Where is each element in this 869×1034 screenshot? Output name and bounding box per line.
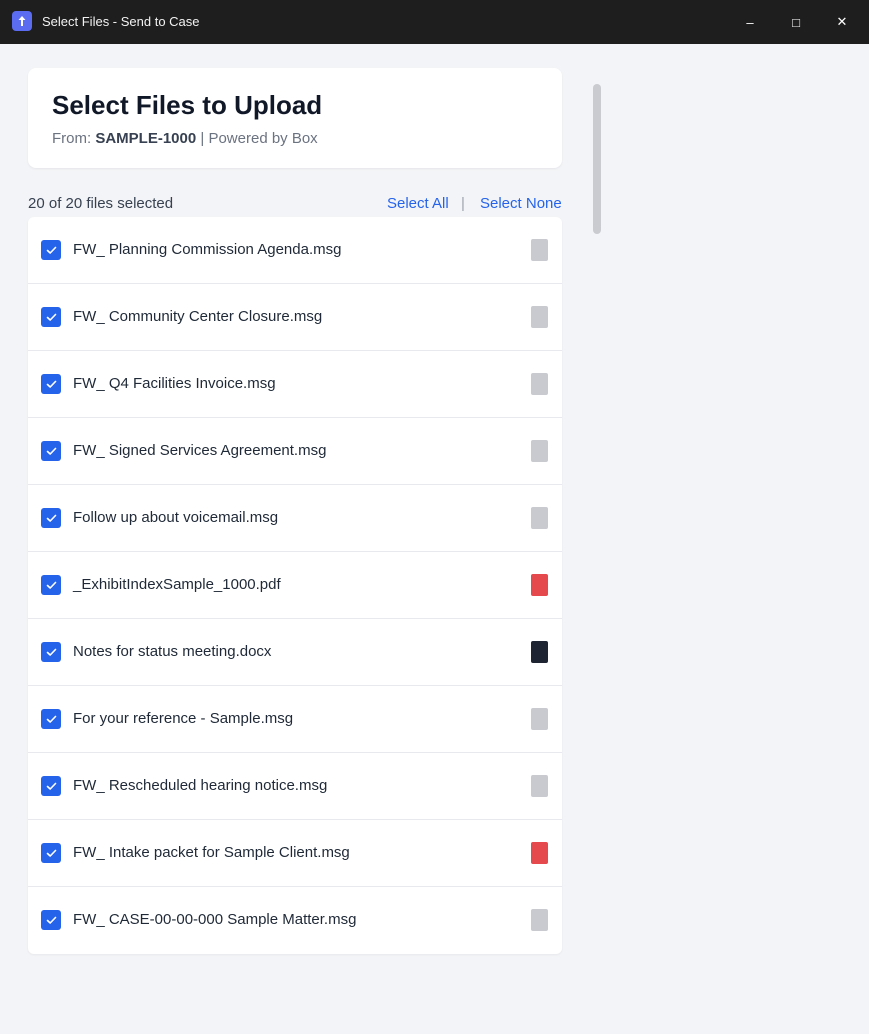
file-checkbox[interactable] <box>41 910 61 930</box>
file-row[interactable]: FW_ Signed Services Agreement.msg <box>28 418 562 485</box>
file-type-icon <box>531 373 548 395</box>
file-checkbox[interactable] <box>41 508 61 528</box>
maximize-button[interactable]: □ <box>773 0 819 44</box>
file-row[interactable]: Follow up about voicemail.msg <box>28 485 562 552</box>
file-type-icon <box>531 507 548 529</box>
file-name: FW_ Planning Commission Agenda.msg <box>73 241 342 258</box>
file-row[interactable]: Notes for status meeting.docx <box>28 619 562 686</box>
checkmark-icon <box>46 514 56 522</box>
file-row[interactable]: FW_ Rescheduled hearing notice.msg <box>28 753 562 820</box>
file-type-icon <box>531 909 548 931</box>
checkmark-icon <box>46 246 56 254</box>
link-separator: | <box>461 195 465 212</box>
file-checkbox[interactable] <box>41 441 61 461</box>
file-name: FW_ Q4 Facilities Invoice.msg <box>73 375 276 392</box>
file-type-icon <box>531 239 548 261</box>
file-row[interactable]: FW_ Q4 Facilities Invoice.msg <box>28 351 562 418</box>
file-checkbox[interactable] <box>41 240 61 260</box>
file-type-icon <box>531 641 548 663</box>
checkmark-icon <box>46 782 56 790</box>
header-subtitle: From: SAMPLE-1000 | Powered by Box <box>52 130 318 147</box>
file-checkbox[interactable] <box>41 843 61 863</box>
title-bar: Select Files - Send to Case – □ ✕ <box>0 0 869 44</box>
file-list: FW_ Planning Commission Agenda.msg FW_ Co… <box>28 217 562 954</box>
file-name: _ExhibitIndexSample_1000.pdf <box>73 576 281 593</box>
minimize-button[interactable]: – <box>727 0 773 44</box>
from-label: From: <box>52 130 92 147</box>
close-button[interactable]: ✕ <box>819 0 865 44</box>
checkmark-icon <box>46 581 56 589</box>
file-row[interactable]: FW_ Intake packet for Sample Client.msg <box>28 820 562 887</box>
selection-toolbar: 20 of 20 files selected Select All | Sel… <box>28 194 562 214</box>
selection-count: 20 of 20 files selected <box>28 195 174 212</box>
checkmark-icon <box>46 313 56 321</box>
file-row[interactable]: FW_ Community Center Closure.msg <box>28 284 562 351</box>
file-checkbox[interactable] <box>41 776 61 796</box>
file-row[interactable]: _ExhibitIndexSample_1000.pdf <box>28 552 562 619</box>
select-all-link[interactable]: Select All <box>387 195 449 212</box>
checkmark-icon <box>46 447 56 455</box>
page-title: Select Files to Upload <box>52 90 323 120</box>
checkmark-icon <box>46 648 56 656</box>
upload-arrow-icon <box>12 11 32 31</box>
select-none-link[interactable]: Select None <box>480 195 562 212</box>
header-card: Select Files to Upload From: SAMPLE-1000… <box>28 68 562 168</box>
checkmark-icon <box>46 916 56 924</box>
checkmark-icon <box>46 715 56 723</box>
file-type-icon <box>531 306 548 328</box>
file-row[interactable]: FW_ CASE-00-00-000 Sample Matter.msg <box>28 887 562 954</box>
powered-by-label: | Powered by Box <box>200 130 318 147</box>
file-type-icon <box>531 775 548 797</box>
file-name: For your reference - Sample.msg <box>73 710 294 727</box>
file-name: FW_ Intake packet for Sample Client.msg <box>73 844 350 861</box>
file-checkbox[interactable] <box>41 709 61 729</box>
checkmark-icon <box>46 380 56 388</box>
scrollbar-thumb[interactable] <box>593 84 601 234</box>
file-type-icon <box>531 574 548 596</box>
file-row[interactable]: FW_ Planning Commission Agenda.msg <box>28 217 562 284</box>
window-title: Select Files - Send to Case <box>42 14 200 29</box>
file-name: FW_ Rescheduled hearing notice.msg <box>73 777 328 794</box>
file-type-icon <box>531 440 548 462</box>
file-checkbox[interactable] <box>41 575 61 595</box>
case-id: SAMPLE-1000 <box>95 130 197 147</box>
file-type-icon <box>531 708 548 730</box>
checkmark-icon <box>46 849 56 857</box>
file-checkbox[interactable] <box>41 374 61 394</box>
file-row[interactable]: For your reference - Sample.msg <box>28 686 562 753</box>
file-checkbox[interactable] <box>41 307 61 327</box>
file-checkbox[interactable] <box>41 642 61 662</box>
file-name: FW_ Community Center Closure.msg <box>73 308 323 325</box>
file-name: Notes for status meeting.docx <box>73 643 272 660</box>
file-name: FW_ Signed Services Agreement.msg <box>73 442 327 459</box>
file-name: FW_ CASE-00-00-000 Sample Matter.msg <box>73 911 357 928</box>
file-type-icon <box>531 842 548 864</box>
main-content: Select Files to Upload From: SAMPLE-1000… <box>0 44 869 1034</box>
file-name: Follow up about voicemail.msg <box>73 509 279 526</box>
